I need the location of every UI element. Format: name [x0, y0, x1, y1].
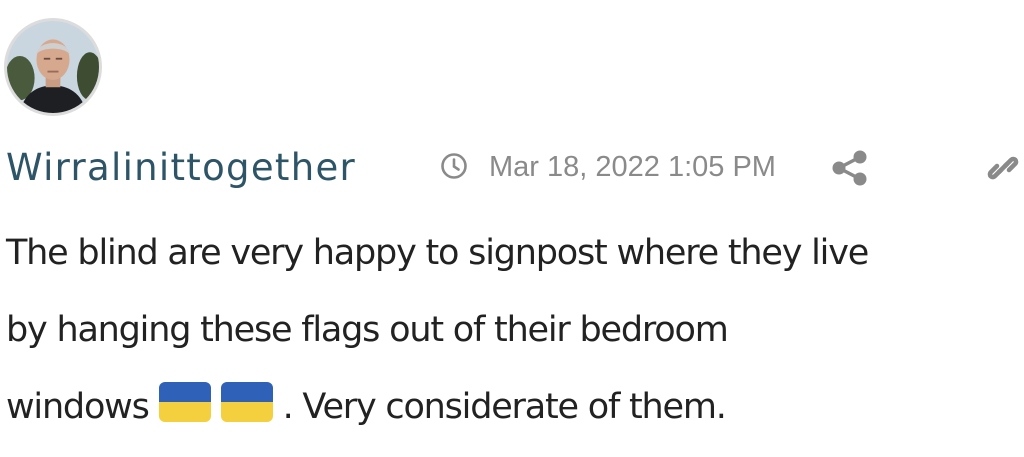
- post: Wirralinittogether Mar 18, 2022 1:05 PM: [0, 0, 1024, 457]
- post-body: The blind are very happy to signpost whe…: [6, 215, 1016, 446]
- ukraine-flag-emoji: [220, 382, 273, 422]
- ukraine-flag-emoji: [158, 382, 211, 422]
- share-icon[interactable]: [830, 149, 870, 187]
- post-text-line: The blind are very happy to signpost whe…: [6, 233, 869, 273]
- post-text-line: by hanging these flags out of their bedr…: [6, 310, 729, 350]
- author-name[interactable]: Wirralinittogether: [6, 146, 356, 189]
- post-text-line: windows . Very considerate of them.: [6, 369, 1016, 446]
- post-meta: Wirralinittogether Mar 18, 2022 1:05 PM: [0, 140, 1024, 196]
- avatar-image: [7, 21, 99, 113]
- post-text-segment: . Very considerate of them.: [282, 387, 727, 427]
- link-icon[interactable]: [984, 149, 1022, 187]
- avatar[interactable]: [4, 18, 102, 116]
- post-timestamp[interactable]: Mar 18, 2022 1:05 PM: [489, 151, 776, 184]
- clock-icon: [440, 152, 468, 180]
- post-text-segment: windows: [6, 387, 150, 427]
